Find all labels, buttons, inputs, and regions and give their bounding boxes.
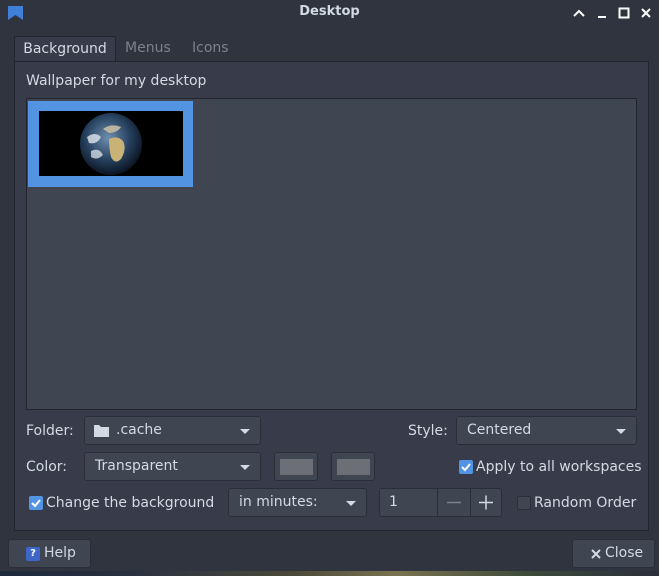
tab-background[interactable]: Background [14,36,116,62]
style-value: Centered [467,422,532,438]
change-background-label[interactable]: Change the background [46,495,214,511]
secondary-color-button[interactable] [331,452,375,481]
desktop-background-strip [0,571,659,576]
style-combo[interactable]: Centered [456,416,637,445]
chevron-down-icon [346,501,356,506]
shade-button[interactable] [570,4,588,22]
help-label: Help [44,545,76,561]
window-title: Desktop [299,4,360,19]
apply-all-label[interactable]: Apply to all workspaces [476,459,642,475]
chevron-down-icon [240,429,250,434]
folder-icon [94,425,109,437]
interval-unit-combo[interactable]: in minutes: [228,488,367,517]
color-value: Transparent [95,458,178,474]
wallpaper-thumbnail-image[interactable] [39,111,183,176]
folder-value: .cache [116,422,162,438]
title-bar[interactable]: Desktop [0,0,659,26]
color-combo[interactable]: Transparent [84,452,261,481]
increment-button[interactable] [470,489,502,516]
tab-icons[interactable]: Icons [192,36,229,62]
color-label: Color: [26,459,68,475]
chevron-down-icon [240,465,250,470]
interval-value[interactable]: 1 [389,494,398,510]
minimize-button[interactable] [593,4,611,22]
interval-unit-value: in minutes: [239,494,318,510]
close-label: Close [605,545,644,561]
folder-combo[interactable]: .cache [84,416,261,445]
chevron-down-icon [616,429,626,434]
plus-icon [479,495,493,510]
chevron-up-icon [573,9,585,17]
minimize-icon [598,16,606,18]
help-button[interactable]: ? Help [8,539,91,568]
minus-icon [447,501,461,504]
random-order-checkbox[interactable] [517,496,531,510]
secondary-color-swatch [337,459,370,475]
close-button[interactable]: Close [572,539,655,568]
checkmark-icon [31,499,41,508]
primary-color-button[interactable] [274,452,318,481]
maximize-button[interactable] [615,4,633,22]
close-icon [641,8,651,18]
change-background-checkbox[interactable] [29,496,43,510]
tab-menus[interactable]: Menus [125,36,171,62]
primary-color-swatch [280,459,313,475]
style-label: Style: [408,423,448,439]
close-window-button[interactable] [637,4,655,22]
help-icon: ? [26,547,40,561]
folder-label: Folder: [26,423,74,439]
checkmark-icon [461,463,471,472]
apply-all-checkbox[interactable] [459,460,473,474]
maximize-icon [618,7,630,19]
earth-image [39,111,183,176]
decrement-button[interactable] [438,489,470,516]
wallpaper-label: Wallpaper for my desktop [26,73,207,89]
close-icon [591,549,601,559]
interval-spinbox[interactable]: 1 [379,488,502,517]
random-order-label[interactable]: Random Order [534,495,636,511]
